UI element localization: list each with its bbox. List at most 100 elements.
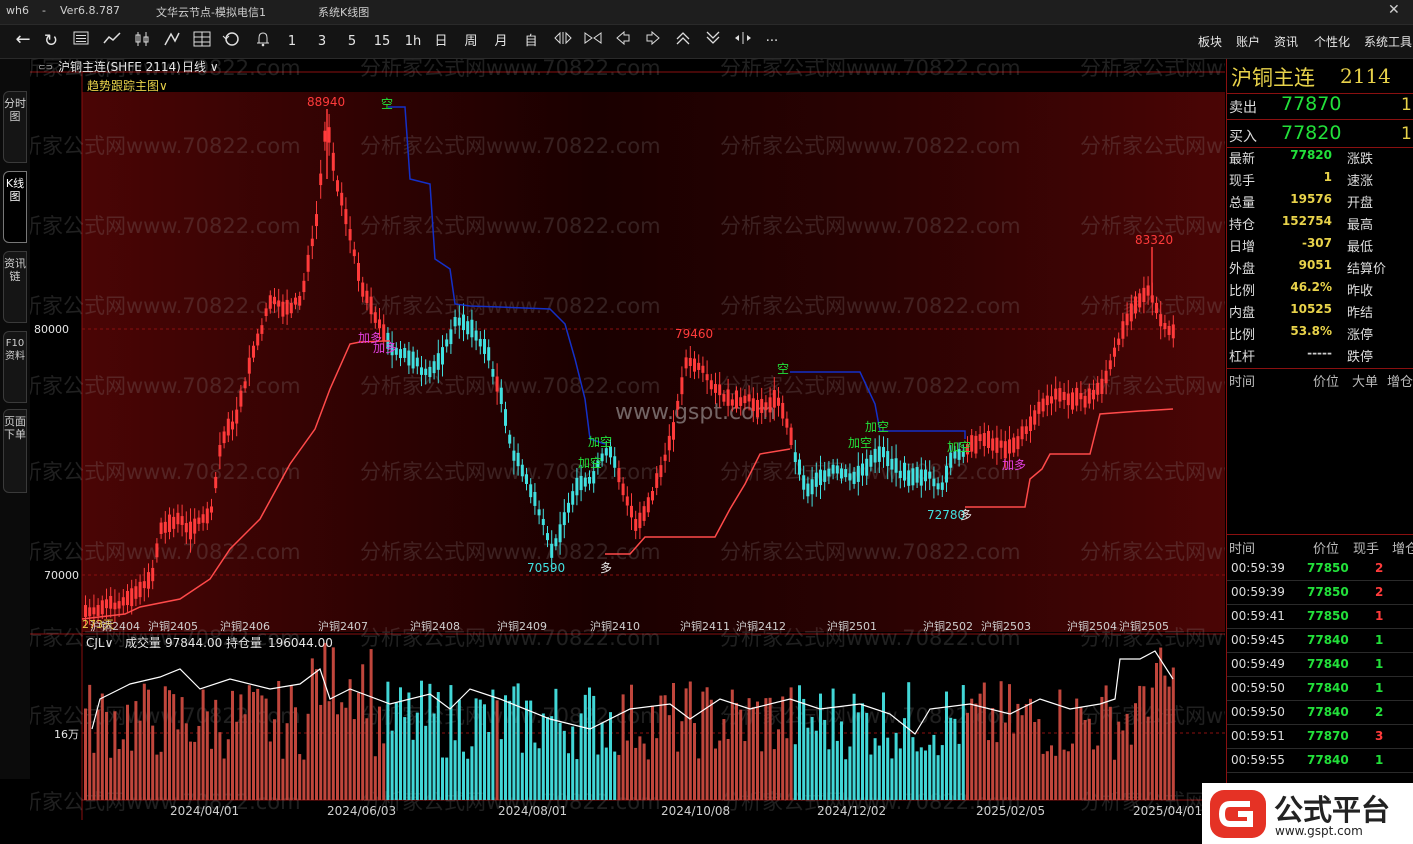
candle-body: [1171, 324, 1175, 339]
candle-body: [1045, 395, 1049, 406]
candle-body: [697, 362, 701, 370]
zoom-in-icon[interactable]: [552, 31, 574, 52]
back-arrow-icon[interactable]: ←: [12, 29, 34, 50]
list-icon[interactable]: [70, 31, 92, 52]
period-1min[interactable]: 1: [284, 31, 300, 52]
more-button[interactable]: ···: [760, 31, 784, 52]
quote-row-value: 1: [1323, 170, 1332, 184]
period-15min[interactable]: 15: [372, 31, 392, 52]
candle-body: [357, 262, 360, 281]
candle-body: [550, 543, 554, 558]
volume-bar: [218, 732, 222, 800]
tab-order[interactable]: 页面下单: [3, 409, 27, 493]
close-icon[interactable]: ✕: [1388, 2, 1400, 18]
menu-system-tools[interactable]: 系统工具: [1364, 33, 1413, 50]
tick-price: 77840: [1307, 633, 1349, 647]
scroll-left-icon[interactable]: [612, 30, 634, 52]
candle-body: [718, 384, 722, 396]
candle-body: [1029, 416, 1032, 432]
quote-row-label2: 昨收: [1347, 284, 1374, 299]
period-week[interactable]: 周: [462, 31, 480, 52]
period-month[interactable]: 月: [492, 31, 510, 52]
candle-body: [760, 398, 764, 413]
tab-info-chain[interactable]: 资讯链: [3, 251, 27, 323]
volume-bar: [957, 743, 961, 800]
contract-label: 沪铜2502: [923, 619, 973, 633]
candle-body: [1159, 314, 1163, 327]
volume-bar: [919, 747, 923, 800]
volume-bar: [529, 700, 533, 800]
watermark-text: 分析家公式网www.70822.com: [1080, 134, 1225, 158]
candle-body: [373, 312, 377, 323]
tick-list[interactable]: 00:59:39 77850 2 00:59:39 77850 2 00:59:41 7785…: [1227, 557, 1413, 783]
period-3min[interactable]: 3: [314, 31, 330, 52]
candle-body: [483, 339, 486, 354]
volume-bar: [260, 695, 264, 800]
tab-kline[interactable]: K线图: [3, 171, 27, 243]
volume-bar: [726, 738, 730, 800]
volume-bar: [142, 683, 146, 800]
menu-news[interactable]: 资讯: [1274, 33, 1298, 50]
candle-body: [285, 299, 289, 315]
menu-account[interactable]: 账户: [1236, 33, 1260, 50]
period-custom[interactable]: 自: [522, 31, 540, 52]
refresh-icon[interactable]: ↻: [40, 31, 62, 52]
volume-bar: [898, 748, 902, 800]
volume-bar: [109, 757, 113, 800]
volume-bar: [646, 759, 650, 800]
candle-body: [260, 325, 264, 334]
candle-body: [1071, 392, 1074, 410]
volume-bar: [184, 723, 188, 800]
candle-body: [730, 399, 734, 406]
candle-body: [201, 514, 205, 523]
tick-time: 00:59:50: [1231, 705, 1285, 719]
volume-bar: [1163, 675, 1167, 800]
scroll-down-icon[interactable]: [702, 31, 724, 52]
candle-body: [1058, 388, 1062, 402]
volume-bar: [928, 744, 932, 800]
grid-icon[interactable]: [190, 31, 214, 52]
period-1h[interactable]: 1h: [402, 31, 424, 52]
quote-row-value: 53.8%: [1290, 324, 1332, 338]
volume-bar: [1020, 715, 1024, 800]
candle-body: [655, 473, 659, 488]
scroll-up-icon[interactable]: [672, 31, 694, 52]
candle-body: [352, 249, 356, 257]
tab-f10[interactable]: F10资料: [3, 331, 27, 403]
zoom-out-icon[interactable]: [582, 31, 604, 52]
quote-row-value: -----: [1307, 346, 1332, 360]
crosshair-icon[interactable]: [732, 31, 754, 52]
menu-personalize[interactable]: 个性化: [1314, 33, 1350, 50]
server-name: 文华云节点-模拟电信1: [156, 6, 266, 19]
candle-body: [1020, 426, 1024, 440]
line-chart-icon[interactable]: [100, 31, 124, 52]
period-5min[interactable]: 5: [344, 31, 360, 52]
candle-body: [1155, 302, 1158, 314]
volume-bar: [235, 721, 239, 800]
volume-bar: [277, 680, 281, 800]
period-day[interactable]: 日: [432, 31, 450, 52]
drawing-tool-icon[interactable]: [160, 31, 184, 52]
tab-timeshare[interactable]: 分时图: [3, 91, 27, 163]
candlestick-icon[interactable]: [130, 31, 154, 52]
cycle-icon[interactable]: [220, 31, 244, 52]
candle-body: [470, 319, 474, 338]
menu-sector[interactable]: 板块: [1198, 33, 1222, 50]
candle-body: [583, 477, 587, 487]
volume-bar: [113, 711, 117, 800]
scroll-right-icon[interactable]: [642, 30, 664, 52]
candle-body: [327, 127, 331, 143]
quote-row-label: 持仓: [1229, 218, 1256, 233]
volume-bar: [205, 711, 209, 800]
candle-body: [533, 491, 537, 506]
candle-body: [978, 434, 982, 442]
candle-body: [432, 361, 436, 374]
candle-body: [331, 152, 335, 171]
kline-chart[interactable]: 分析家公式网www.70822.com 分析家公式网www.70822.com 分析…: [0, 56, 1381, 820]
candle-body: [684, 357, 688, 369]
candle-body: [701, 365, 705, 373]
volume-bar: [327, 701, 331, 800]
candle-body: [667, 435, 671, 451]
bell-icon[interactable]: [252, 31, 274, 52]
volume-bar: [516, 683, 520, 800]
